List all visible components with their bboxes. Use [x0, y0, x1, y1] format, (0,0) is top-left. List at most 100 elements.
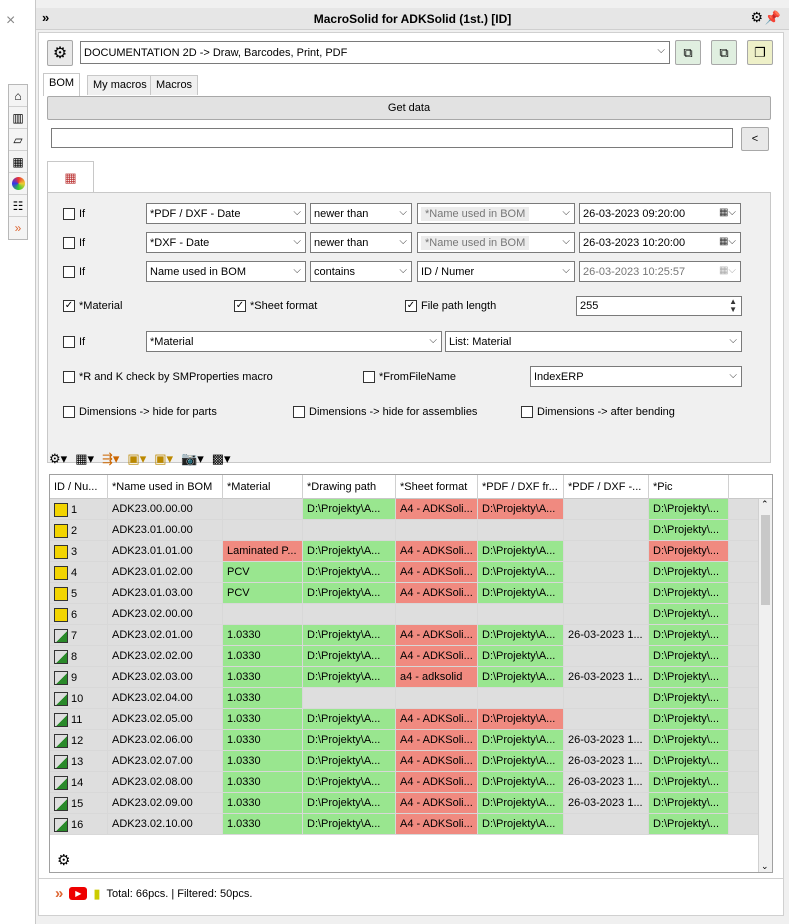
bom-path-input[interactable] — [51, 128, 733, 148]
table-row[interactable]: 3 ADK23.01.01.00 Laminated P... D:\Projekty… — [50, 541, 760, 562]
macro-chevron-icon[interactable]: » — [9, 217, 27, 239]
table-cell-path[interactable]: D:\Projekty\A... — [303, 499, 396, 520]
table-cell-pdf[interactable]: D:\Projekty\A... — [478, 646, 564, 667]
table-cell-pdf[interactable]: D:\Projekty\A... — [478, 499, 564, 520]
table-cell-mat[interactable]: 1.0330 — [223, 709, 303, 730]
table-cell-date[interactable]: 26-03-2023 1... — [564, 667, 649, 688]
table-cell-sheet[interactable]: A4 - ADKSoli... — [396, 499, 478, 520]
table-row[interactable]: 5 ADK23.01.03.00 PCV D:\Projekty\A... A4 - A… — [50, 583, 760, 604]
filter-2-field[interactable]: *DXF - Date ⌵ — [146, 232, 306, 253]
table-cell-pdf[interactable] — [478, 520, 564, 541]
table-cell-name[interactable]: ADK23.02.00.00 — [108, 604, 223, 625]
scroll-down-icon[interactable]: ⌄ — [761, 861, 769, 872]
table-cell-path[interactable] — [303, 604, 396, 625]
table-cell-id[interactable]: 6 — [50, 604, 108, 625]
table-cell-date[interactable] — [564, 562, 649, 583]
cube-icon[interactable]: ▥ — [9, 107, 27, 129]
table-cell-id[interactable]: 11 — [50, 709, 108, 730]
table-cell-pic[interactable]: D:\Projekty\... — [649, 541, 729, 562]
vertical-scrollbar[interactable]: ⌃ ⌄ — [758, 499, 772, 872]
table-cell-mat[interactable]: 1.0330 — [223, 646, 303, 667]
table-cell-id[interactable]: 13 — [50, 751, 108, 772]
grid-settings-icon[interactable]: ⚙▾ — [49, 451, 67, 467]
filter-3-operator[interactable]: contains ⌵ — [310, 261, 412, 282]
table-cell-pdf[interactable]: D:\Projekty\A... — [478, 562, 564, 583]
table-cell-path[interactable]: D:\Projekty\A... — [303, 709, 396, 730]
table-cell-path[interactable]: D:\Projekty\A... — [303, 646, 396, 667]
table-cell-id[interactable]: 12 — [50, 730, 108, 751]
table-cell-sheet[interactable]: A4 - ADKSoli... — [396, 772, 478, 793]
table-cell-path[interactable]: D:\Projekty\A... — [303, 667, 396, 688]
table-cell-name[interactable]: ADK23.01.00.00 — [108, 520, 223, 541]
table-cell-mat[interactable]: PCV — [223, 583, 303, 604]
table-cell-path[interactable]: D:\Projekty\A... — [303, 793, 396, 814]
table-cell-path[interactable]: D:\Projekty\A... — [303, 751, 396, 772]
table-row[interactable]: 16 ADK23.02.10.00 1.0330 D:\Projekty\A... A4… — [50, 814, 760, 835]
col-header-drawing-path[interactable]: *Drawing path — [303, 475, 396, 499]
table-cell-path[interactable]: D:\Projekty\A... — [303, 814, 396, 835]
table-cell-pdf[interactable]: D:\Projekty\A... — [478, 709, 564, 730]
table-cell-pic[interactable]: D:\Projekty\... — [649, 751, 729, 772]
table-cell-path[interactable]: D:\Projekty\A... — [303, 583, 396, 604]
table-cell-mat[interactable]: 1.0330 — [223, 667, 303, 688]
file-path-length-check[interactable]: ✓ File path length — [405, 300, 496, 312]
table-cell-id[interactable]: 3 — [50, 541, 108, 562]
macro-chevron-icon[interactable]: » — [55, 885, 63, 902]
copy-macro-button[interactable]: ❐ — [747, 40, 773, 65]
col-header-pdf-from[interactable]: *PDF / DXF fr... — [478, 475, 564, 499]
filter-2-operator[interactable]: newer than ⌵ — [310, 232, 412, 253]
table-cell-mat[interactable]: 1.0330 — [223, 688, 303, 709]
table-cell-pic[interactable]: D:\Projekty\... — [649, 646, 729, 667]
book-icon[interactable]: ▮ — [93, 886, 100, 902]
table-cell-mat[interactable] — [223, 520, 303, 541]
table-cell-sheet[interactable]: A4 - ADKSoli... — [396, 583, 478, 604]
filter-4-field[interactable]: *Material ⌵ — [146, 331, 442, 352]
grid-footer-gear-icon[interactable]: ⚙ — [57, 851, 70, 869]
table-cell-id[interactable]: 9 — [50, 667, 108, 688]
table-cell-id[interactable]: 7 — [50, 625, 108, 646]
get-data-button[interactable]: Get data — [47, 96, 771, 120]
table-cell-pdf[interactable]: D:\Projekty\A... — [478, 583, 564, 604]
table-cell-mat[interactable]: 1.0330 — [223, 730, 303, 751]
table-cell-date[interactable]: 26-03-2023 1... — [564, 751, 649, 772]
table-cell-date[interactable] — [564, 583, 649, 604]
table-cell-pdf[interactable]: D:\Projekty\A... — [478, 793, 564, 814]
filter-1-operator[interactable]: newer than ⌵ — [310, 203, 412, 224]
table-cell-date[interactable] — [564, 499, 649, 520]
table-cell-mat[interactable]: 1.0330 — [223, 793, 303, 814]
table-cell-date[interactable] — [564, 541, 649, 562]
stepper-arrows-icon[interactable]: ▲ ▼ — [729, 298, 737, 314]
table-cell-id[interactable]: 1 — [50, 499, 108, 520]
filter-table-icon[interactable]: ▦ — [47, 161, 94, 193]
table-cell-id[interactable]: 8 — [50, 646, 108, 667]
table-row[interactable]: 2 ADK23.01.00.00 D:\Projekty\... — [50, 520, 760, 541]
table-cell-sheet[interactable]: A4 - ADKSoli... — [396, 541, 478, 562]
table-cell-sheet[interactable]: A4 - ADKSoli... — [396, 709, 478, 730]
table-cell-pdf[interactable]: D:\Projekty\A... — [478, 625, 564, 646]
table-cell-pdf[interactable] — [478, 604, 564, 625]
table-cell-pic[interactable]: D:\Projekty\... — [649, 730, 729, 751]
back-button[interactable]: < — [741, 127, 769, 151]
table-cell-pic[interactable]: D:\Projekty\... — [649, 520, 729, 541]
col-header-pdf-date[interactable]: *PDF / DXF -... — [564, 475, 649, 499]
table-cell-name[interactable]: ADK23.02.01.00 — [108, 625, 223, 646]
table-cell-name[interactable]: ADK23.02.03.00 — [108, 667, 223, 688]
table-cell-name[interactable]: ADK23.00.00.00 — [108, 499, 223, 520]
rk-check[interactable]: *R and K check by SMProperties macro — [63, 371, 273, 383]
tab-my-macros[interactable]: My macros — [87, 75, 153, 95]
table-cell-name[interactable]: ADK23.01.02.00 — [108, 562, 223, 583]
properties-icon[interactable]: ▦ — [9, 151, 27, 173]
filter-1-date[interactable]: 26-03-2023 09:20:00 ▦⌵ — [579, 203, 741, 224]
table-cell-date[interactable]: 26-03-2023 1... — [564, 772, 649, 793]
filter-1-if[interactable]: If — [63, 208, 85, 220]
table-cell-sheet[interactable]: A4 - ADKSoli... — [396, 562, 478, 583]
table-cell-path[interactable]: D:\Projekty\A... — [303, 772, 396, 793]
table-cell-path[interactable] — [303, 688, 396, 709]
table-cell-pdf[interactable]: D:\Projekty\A... — [478, 541, 564, 562]
settings-gear-icon[interactable]: ⚙ — [750, 9, 763, 26]
table-cell-pic[interactable]: D:\Projekty\... — [649, 709, 729, 730]
table-cell-id[interactable]: 5 — [50, 583, 108, 604]
table-cell-sheet[interactable] — [396, 604, 478, 625]
run-macro-button[interactable]: ⧉ — [675, 40, 701, 65]
filter-3-if[interactable]: If — [63, 266, 85, 278]
